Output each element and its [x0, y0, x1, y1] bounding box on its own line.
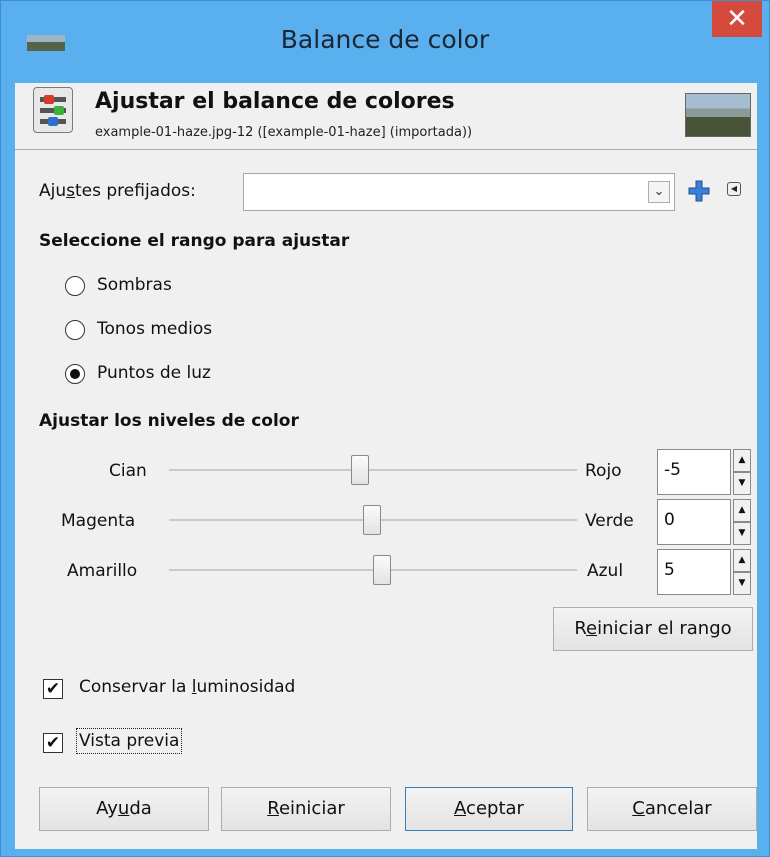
reset-range-button[interactable]: Reiniciar el rango: [553, 607, 753, 651]
slider-left-label-yellow: Amarillo: [67, 561, 138, 581]
cyan-red-slider[interactable]: [169, 455, 577, 485]
reset-button[interactable]: Reiniciar: [221, 787, 391, 831]
close-icon: ✕: [726, 4, 748, 34]
yellow-blue-stepper[interactable]: ▲ ▼: [733, 549, 751, 595]
preview-label[interactable]: Vista previa: [75, 728, 183, 754]
help-button[interactable]: Ayuda: [39, 787, 209, 831]
window-title: Balance de color: [280, 25, 490, 54]
magenta-green-slider[interactable]: [169, 505, 577, 535]
slider-handle[interactable]: [373, 555, 391, 585]
slider-left-label-cyan: Cian: [109, 461, 147, 481]
add-preset-icon[interactable]: [687, 179, 711, 203]
spin-up-icon[interactable]: ▲: [733, 499, 751, 522]
dialog-content: Ajustar el balance de colores example-01…: [15, 83, 757, 849]
magenta-green-input[interactable]: 0: [657, 499, 731, 545]
radio-selected-icon[interactable]: [65, 364, 85, 384]
cancel-button[interactable]: Cancelar: [587, 787, 757, 831]
slider-left-label-magenta: Magenta: [61, 511, 136, 531]
header-title: Ajustar el balance de colores: [95, 89, 455, 114]
spin-up-icon[interactable]: ▲: [733, 449, 751, 472]
preserve-luminosity-checkbox[interactable]: ✔: [43, 679, 63, 699]
radio-icon[interactable]: [65, 276, 85, 296]
radio-label: Tonos medios: [97, 319, 213, 339]
image-thumbnail: [685, 93, 751, 137]
spin-down-icon[interactable]: ▼: [733, 522, 751, 545]
slider-handle[interactable]: [363, 505, 381, 535]
cyan-red-input[interactable]: -5: [657, 449, 731, 495]
color-balance-tool-icon: [33, 87, 73, 133]
title-bar[interactable]: Balance de color ✕: [1, 1, 769, 83]
yellow-blue-slider[interactable]: [169, 555, 577, 585]
preset-menu-icon[interactable]: ◀: [727, 182, 741, 196]
preview-checkbox[interactable]: ✔: [43, 733, 63, 753]
slider-right-label-green: Verde: [585, 511, 634, 531]
spin-down-icon[interactable]: ▼: [733, 572, 751, 595]
radio-label: Sombras: [97, 275, 172, 295]
dialog-window: Balance de color ✕ Ajustar el balance de…: [0, 0, 770, 857]
presets-combobox[interactable]: ⌄: [243, 173, 675, 211]
ok-button[interactable]: Aceptar: [405, 787, 573, 831]
spin-up-icon[interactable]: ▲: [733, 549, 751, 572]
cyan-red-stepper[interactable]: ▲ ▼: [733, 449, 751, 495]
range-heading: Seleccione el rango para ajustar: [39, 231, 350, 251]
dialog-header: Ajustar el balance de colores example-01…: [15, 83, 757, 150]
radio-label: Puntos de luz: [97, 363, 211, 383]
header-subtitle: example-01-haze.jpg-12 ([example-01-haze…: [95, 125, 473, 140]
yellow-blue-input[interactable]: 5: [657, 549, 731, 595]
slider-handle[interactable]: [351, 455, 369, 485]
levels-heading: Ajustar los niveles de color: [39, 411, 299, 431]
chevron-down-icon[interactable]: ⌄: [648, 181, 670, 203]
slider-right-label-red: Rojo: [585, 461, 622, 481]
close-button[interactable]: ✕: [712, 1, 762, 37]
preserve-luminosity-label[interactable]: Conservar la luminosidad: [79, 677, 295, 697]
magenta-green-stepper[interactable]: ▲ ▼: [733, 499, 751, 545]
radio-icon[interactable]: [65, 320, 85, 340]
presets-label: Ajustes prefijados:: [39, 181, 196, 201]
spin-down-icon[interactable]: ▼: [733, 472, 751, 495]
slider-right-label-blue: Azul: [587, 561, 624, 581]
